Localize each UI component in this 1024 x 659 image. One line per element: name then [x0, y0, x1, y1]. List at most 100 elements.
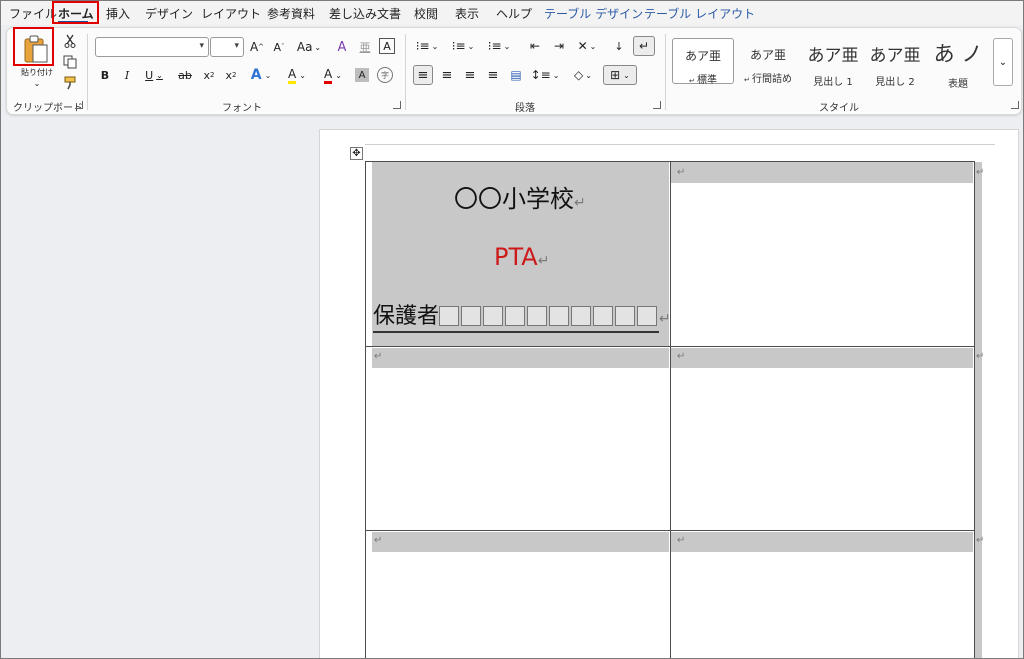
style-name: ↵ 標準	[688, 75, 718, 86]
numbering-button[interactable]: ⁝≡ ⌄	[449, 36, 477, 56]
superscript-button[interactable]: x2	[223, 66, 239, 84]
char-border-icon: A	[383, 39, 391, 53]
tab-table-layout[interactable]: テーブル レイアウト	[644, 5, 755, 22]
right-margin-shading	[975, 162, 982, 658]
multilevel-list-button[interactable]: ⁝≡ ⌄	[485, 36, 513, 56]
style-sample: あア亜	[684, 49, 721, 63]
shading-button[interactable]: ◇ ⌄	[569, 65, 597, 85]
tab-mailings[interactable]: 差し込み文書	[329, 5, 401, 22]
table-border	[670, 161, 671, 658]
copy-icon[interactable]	[61, 53, 79, 71]
borders-icon: ⊞	[610, 68, 621, 82]
tab-layout[interactable]: レイアウト	[201, 5, 261, 22]
clear-formatting-icon: A	[337, 39, 347, 55]
style-no-spacing[interactable]: あア亜 ↵ 行間詰め	[737, 38, 799, 85]
char-shading-button[interactable]: A	[355, 68, 369, 82]
line-spacing-button[interactable]: ↕≡ ⌄	[530, 65, 560, 85]
return-mark: ↵	[537, 253, 550, 269]
cut-icon[interactable]	[61, 32, 79, 50]
italic-button[interactable]: I	[119, 66, 135, 84]
school-name: 〇〇小学校	[454, 185, 574, 213]
multilevel-list-icon: ⁝≡	[487, 39, 502, 53]
clear-formatting-button[interactable]: A	[333, 37, 351, 57]
tab-review[interactable]: 校閲	[414, 5, 438, 22]
name-box	[593, 306, 614, 326]
styles-group-label: スタイル	[819, 103, 859, 114]
line-spacing-icon: ↕≡	[530, 68, 551, 82]
char-border-button[interactable]: A	[379, 38, 395, 54]
font-size-dropdown[interactable]: ▾	[210, 37, 244, 57]
justify-button[interactable]: ≡	[483, 65, 503, 85]
increase-indent-button[interactable]: ⇥	[549, 36, 569, 56]
style-title[interactable]: あ ノ 表題	[927, 38, 989, 90]
format-painter-icon[interactable]	[61, 74, 79, 92]
tab-file[interactable]: ファイル	[9, 5, 57, 22]
sort-button[interactable]: ↓	[609, 36, 629, 56]
borders-button[interactable]: ⊞ ⌄	[603, 65, 637, 85]
label-school-name[interactable]: 〇〇小学校↵	[454, 179, 586, 214]
highlight-button[interactable]: A ⌄	[283, 66, 311, 84]
text-effects-icon: A	[250, 67, 262, 83]
paste-label: 貼り付け	[21, 67, 53, 77]
distribute-button[interactable]: ▤	[506, 65, 526, 85]
group-separator	[405, 34, 406, 110]
cell-shading	[671, 532, 973, 552]
style-heading-1[interactable]: あア亜 見出し 1	[802, 38, 864, 88]
enclose-char-button[interactable]: 字	[377, 67, 393, 83]
font-color-button[interactable]: A ⌄	[319, 66, 347, 84]
paste-dropdown-chevron-icon[interactable]: ⌄	[29, 78, 45, 88]
decrease-indent-button[interactable]: ⇤	[525, 36, 545, 56]
text-effects-button[interactable]: A ⌄	[247, 66, 275, 84]
clipboard-group-label: クリップボード	[13, 103, 83, 114]
asian-layout-button[interactable]: ✕ ⌄	[573, 36, 601, 56]
bold-button[interactable]: B	[97, 66, 113, 84]
underline-icon: U	[145, 68, 154, 82]
tab-view[interactable]: 表示	[455, 5, 479, 22]
paragraph-launcher-icon[interactable]	[653, 101, 661, 109]
font-launcher-icon[interactable]	[393, 101, 401, 109]
strikethrough-icon: ab	[178, 68, 192, 82]
tab-help[interactable]: ヘルプ	[496, 5, 532, 22]
tab-table-design[interactable]: テーブル デザイン	[544, 5, 643, 22]
group-separator	[87, 34, 88, 110]
chevron-down-icon: ⌄	[998, 56, 1008, 68]
phonetic-guide-button[interactable]: 亜	[355, 37, 375, 57]
label-guardian[interactable]: 保護者 ↵	[373, 298, 671, 333]
bullets-button[interactable]: ⁝≡ ⌄	[413, 36, 441, 56]
tab-design[interactable]: デザイン	[145, 5, 193, 22]
font-group-label: フォント	[222, 103, 262, 114]
phonetic-guide-icon: 亜	[359, 41, 371, 54]
return-mark: ↵	[976, 167, 985, 178]
align-center-button[interactable]: ≡	[437, 65, 457, 85]
table-border	[365, 161, 366, 658]
org-name: PTA	[494, 243, 538, 271]
subscript-button[interactable]: x2	[201, 66, 217, 84]
underline-button[interactable]: U ⌄	[141, 66, 167, 84]
style-normal[interactable]: あア亜 ↵ 標準	[672, 38, 734, 86]
strikethrough-button[interactable]: ab	[175, 66, 195, 84]
show-formatting-marks-button[interactable]: ↵	[633, 36, 655, 56]
tab-references[interactable]: 参考資料	[267, 5, 315, 22]
table-border	[365, 346, 975, 347]
table-move-handle-icon[interactable]: ✥	[350, 147, 363, 160]
enclose-char-icon: 字	[381, 70, 389, 80]
label-org[interactable]: PTA↵	[494, 243, 549, 271]
increase-indent-icon: ⇥	[553, 39, 565, 53]
name-box	[571, 306, 592, 326]
tab-insert[interactable]: 挿入	[106, 5, 130, 22]
align-left-button[interactable]: ≡	[413, 65, 433, 85]
change-case-button[interactable]: Aa ⌄	[293, 37, 325, 57]
shrink-font-button[interactable]: Aˇ	[270, 37, 288, 57]
font-name-dropdown[interactable]: ▾	[95, 37, 209, 57]
guardian-line: 保護者	[373, 304, 660, 333]
align-center-icon: ≡	[441, 67, 453, 83]
styles-more-button[interactable]: ⌄	[993, 38, 1013, 86]
align-right-button[interactable]: ≡	[460, 65, 480, 85]
name-box	[505, 306, 526, 326]
grow-font-button[interactable]: A ^	[248, 37, 266, 57]
clipboard-launcher-icon[interactable]	[75, 101, 83, 109]
distribute-icon: ▤	[510, 68, 522, 82]
style-heading-2[interactable]: あア亜 見出し 2	[864, 38, 926, 88]
styles-launcher-icon[interactable]	[1011, 101, 1019, 109]
name-box	[483, 306, 504, 326]
